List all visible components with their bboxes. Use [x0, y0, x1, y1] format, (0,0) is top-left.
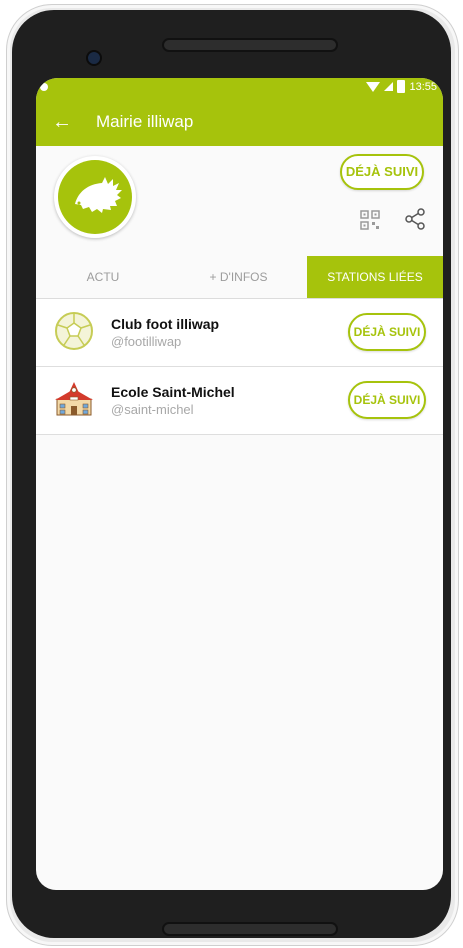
avatar-background: [58, 160, 132, 234]
bottom-speaker: [162, 922, 338, 936]
tab-bar: ACTU + D'INFOS STATIONS LIÉES: [36, 256, 443, 299]
tab-actu[interactable]: ACTU: [36, 256, 170, 298]
station-handle: @saint-michel: [111, 402, 194, 417]
wifi-icon: [366, 81, 381, 92]
arrow-left-icon[interactable]: ←: [52, 110, 72, 134]
follow-status-button[interactable]: DÉJÀ SUIVI: [348, 381, 426, 419]
notification-dot-icon: [40, 83, 48, 91]
battery-icon: [397, 80, 406, 93]
status-time: 13:55: [409, 80, 437, 93]
linked-stations-list: Club foot illiwap @footilliwap DÉJÀ SUIV…: [36, 299, 443, 435]
station-name: Club foot illiwap: [111, 316, 220, 332]
list-item[interactable]: Ecole Saint-Michel @saint-michel DÉJÀ SU…: [36, 367, 443, 435]
qr-code-icon[interactable]: [360, 210, 380, 230]
profile-header: DÉJÀ SUIVI: [36, 146, 443, 256]
status-bar: 13:55: [36, 78, 443, 98]
earpiece-speaker: [162, 38, 338, 52]
station-handle: @footilliwap: [111, 334, 182, 349]
front-camera: [86, 50, 102, 66]
follow-status-button[interactable]: DÉJÀ SUIVI: [340, 154, 424, 190]
station-name: Ecole Saint-Michel: [111, 384, 235, 400]
list-item[interactable]: Club foot illiwap @footilliwap DÉJÀ SUIV…: [36, 299, 443, 367]
soccer-ball-icon: [55, 312, 93, 350]
app-screen: 13:55 ← Mairie illiwap DÉJÀ SUIVI ACTU +…: [36, 78, 443, 890]
hedgehog-icon: [75, 177, 122, 213]
school-building-icon: [55, 382, 93, 416]
tab-stations-liees[interactable]: STATIONS LIÉES: [307, 256, 443, 298]
page-title: Mairie illiwap: [96, 112, 194, 131]
app-bar: ← Mairie illiwap: [36, 98, 443, 146]
tab-infos[interactable]: + D'INFOS: [170, 256, 307, 298]
follow-status-button[interactable]: DÉJÀ SUIVI: [348, 313, 426, 351]
station-avatar: [54, 156, 136, 238]
cell-signal-icon: [384, 82, 394, 91]
share-icon[interactable]: [404, 208, 426, 230]
status-indicators: 13:55: [366, 80, 437, 93]
